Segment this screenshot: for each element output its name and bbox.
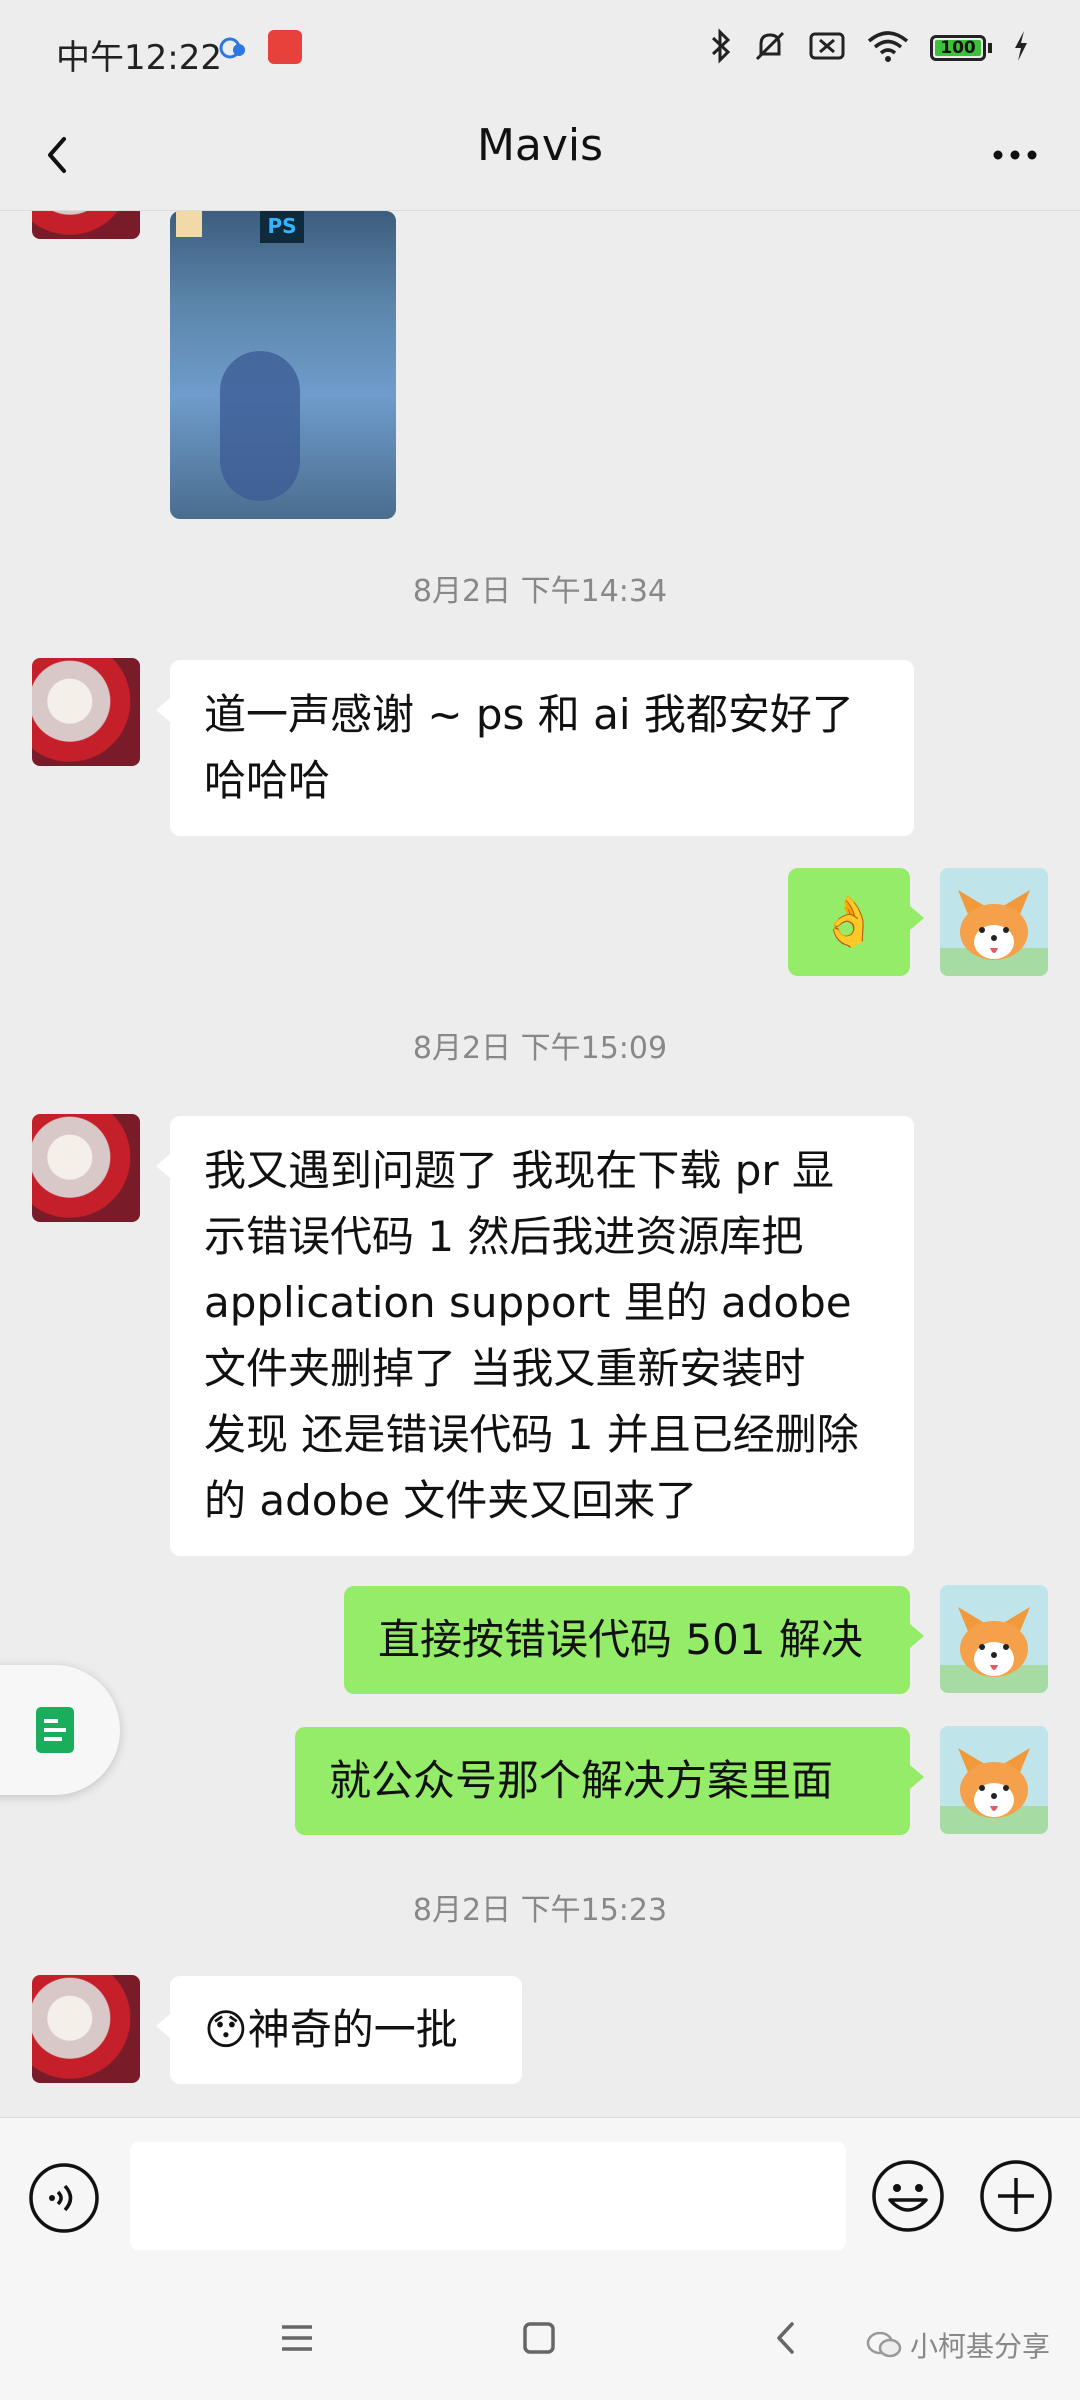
status-time: 中午12:22 xyxy=(56,38,222,78)
cloud-icon xyxy=(218,34,248,60)
app-icon xyxy=(176,211,202,237)
message-bubble[interactable]: 😯神奇的一批 xyxy=(156,1976,522,2084)
image-message[interactable]: PS xyxy=(170,211,396,519)
message-text: 示错误代码 1 然后我进资源库把 xyxy=(204,1212,804,1261)
voice-icon[interactable] xyxy=(28,2162,100,2234)
message-text: 发现 还是错误代码 1 并且已经删除 xyxy=(204,1410,859,1459)
chat-title: Mavis xyxy=(476,120,604,171)
emoji-icon[interactable] xyxy=(870,2158,946,2234)
avatar-mavis[interactable] xyxy=(32,211,140,239)
message-bubble[interactable]: 就公众号那个解决方案里面 xyxy=(295,1727,924,1835)
photoshop-icon: PS xyxy=(260,211,304,243)
status-icons: 100 xyxy=(710,28,1030,68)
hushed-face-emoji: 😯 xyxy=(204,2005,248,2054)
message-input[interactable] xyxy=(130,2142,846,2250)
timestamp: 8月2日 下午15:09 xyxy=(412,1031,668,1066)
message-bubble[interactable]: 直接按错误代码 501 解决 xyxy=(344,1586,924,1694)
avatar-mavis[interactable] xyxy=(32,1114,140,1222)
input-bar xyxy=(0,2117,1080,2274)
more-dots-icon[interactable] xyxy=(980,125,1050,185)
no-sim-icon xyxy=(808,30,846,66)
message-bubble[interactable]: 道一声感谢 ~ ps 和 ai 我都安好了 哈哈哈 xyxy=(156,660,914,836)
message-text: 道一声感谢 ~ ps 和 ai 我都安好了 xyxy=(204,690,854,739)
wifi-icon xyxy=(866,29,910,67)
avatar-mavis[interactable] xyxy=(32,1975,140,2083)
watermark-text: 小柯基分享 xyxy=(909,2330,1050,2363)
message-bubble[interactable]: 我又遇到问题了 我现在下载 pr 显 示错误代码 1 然后我进资源库把 appl… xyxy=(156,1116,914,1556)
avatar-me[interactable] xyxy=(940,1585,1048,1693)
timestamp: 8月2日 下午14:34 xyxy=(412,574,668,609)
chat-area[interactable]: PS 8月2日 下午14:34 道一声感谢 ~ ps 和 ai 我都安好了 哈哈… xyxy=(0,211,1080,2116)
app-notification-icon xyxy=(268,30,302,64)
message-text: 直接按错误代码 501 解决 xyxy=(378,1615,863,1664)
menu-nav-icon[interactable] xyxy=(272,2313,322,2363)
avatar-me[interactable] xyxy=(940,1726,1048,1834)
home-nav-icon[interactable] xyxy=(514,2313,564,2363)
message-text: 的 adobe 文件夹又回来了 xyxy=(204,1476,698,1525)
message-text: 神奇的一批 xyxy=(247,2005,458,2054)
battery-level: 100 xyxy=(940,38,976,58)
plus-icon[interactable] xyxy=(978,2158,1054,2234)
charging-icon xyxy=(1012,29,1030,67)
bluetooth-icon xyxy=(710,28,732,68)
document-icon xyxy=(36,1707,74,1753)
avatar-mavis[interactable] xyxy=(32,658,140,766)
ok-hand-emoji: 👌 xyxy=(819,894,879,950)
chat-header: Mavis xyxy=(0,100,1080,211)
message-text: 我又遇到问题了 我现在下载 pr 显 xyxy=(204,1146,834,1195)
message-text: application support 里的 adobe xyxy=(204,1278,852,1327)
message-text: 文件夹删掉了 当我又重新安装时 xyxy=(204,1344,806,1393)
message-bubble[interactable]: 👌 xyxy=(788,868,924,976)
message-text: 哈哈哈 xyxy=(204,756,331,805)
mute-icon xyxy=(752,28,788,68)
message-text: 就公众号那个解决方案里面 xyxy=(329,1756,834,1805)
watermark: 小柯基分享 xyxy=(866,2325,1050,2365)
wechat-icon xyxy=(866,2331,902,2358)
back-nav-icon[interactable] xyxy=(762,2313,812,2363)
status-bar: 中午12:22 100 xyxy=(0,0,1080,100)
system-nav-bar: 小柯基分享 xyxy=(0,2273,1080,2400)
battery-icon: 100 xyxy=(930,35,992,61)
timestamp: 8月2日 下午15:23 xyxy=(412,1893,668,1928)
avatar-me[interactable] xyxy=(940,868,1048,976)
blurred-figure xyxy=(220,351,300,501)
